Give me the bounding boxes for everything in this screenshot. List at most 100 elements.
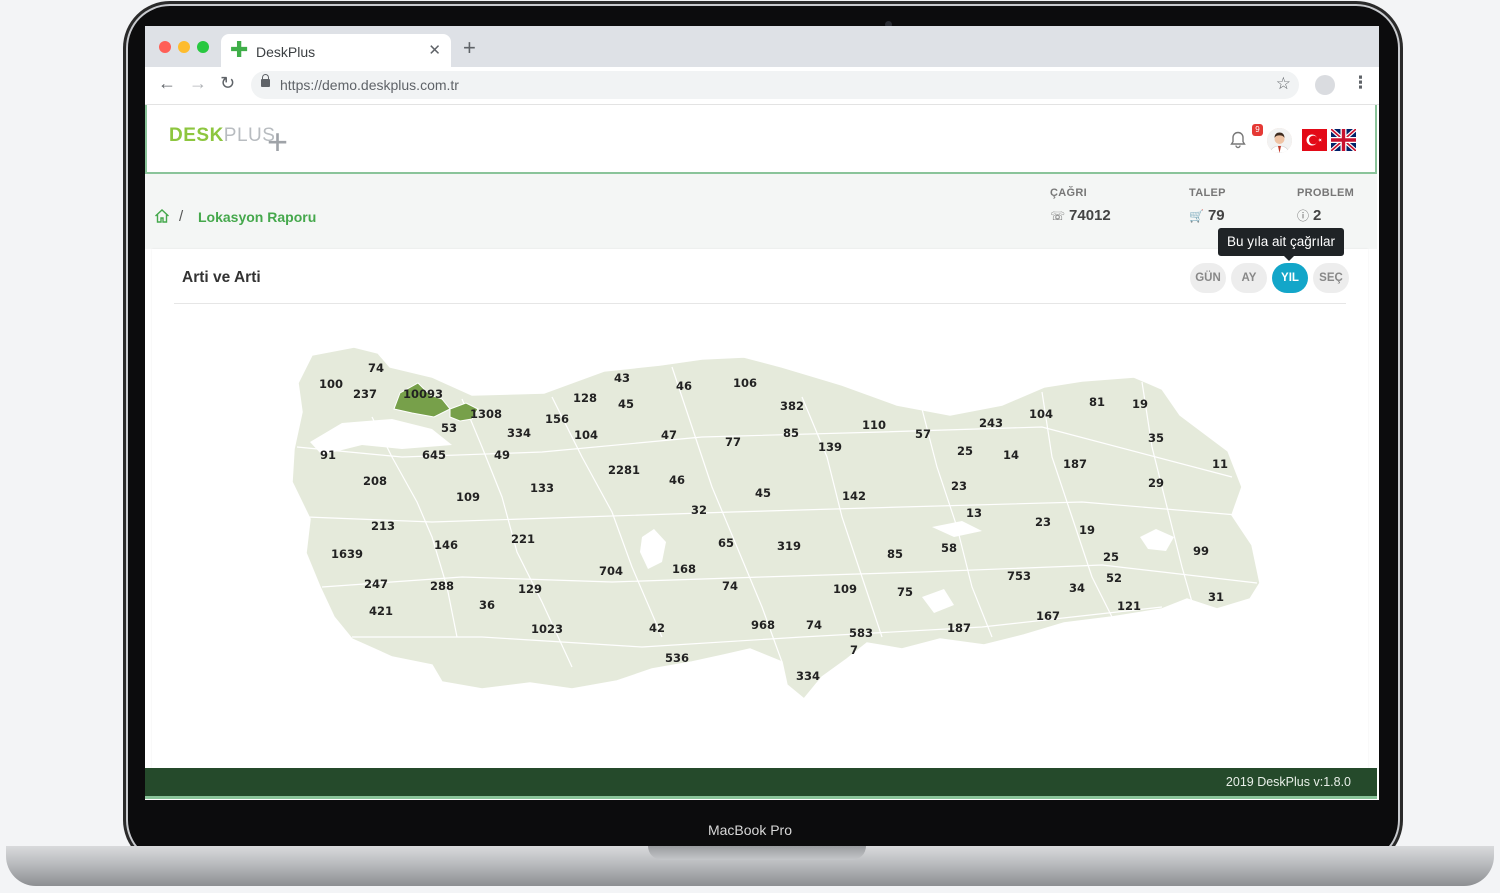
province-count-label: 334	[507, 426, 531, 440]
tab-title: DeskPlus	[256, 44, 316, 60]
province-count-label: 23	[1035, 515, 1051, 529]
browser-profile-icon[interactable]	[1315, 75, 1335, 95]
province-count-label: 104	[574, 428, 598, 442]
period-button-ay[interactable]: AY	[1231, 263, 1267, 293]
province-count-label: 43	[614, 371, 630, 385]
browser-menu-icon[interactable]: ⋮	[1352, 73, 1369, 93]
province-count-label: 45	[618, 397, 634, 411]
province-count-label: 1308	[470, 407, 502, 421]
back-arrow-icon[interactable]: ←	[158, 73, 176, 94]
province-count-label: 1639	[331, 547, 363, 561]
province-count-label: 31	[1208, 590, 1224, 604]
province-count-label: 57	[915, 427, 931, 441]
province-count-label: 1023	[531, 622, 563, 636]
deskplus-logo[interactable]: DESKPLUS +	[169, 124, 288, 160]
province-count-label: 47	[661, 428, 677, 442]
province-count-label: 45	[755, 486, 771, 500]
province-count-label: 77	[725, 435, 741, 449]
uk-flag-icon[interactable]	[1331, 129, 1356, 151]
province-count-label: 133	[530, 481, 554, 495]
period-button-yil[interactable]: YIL	[1272, 263, 1308, 293]
province-count-label: 11	[1212, 457, 1228, 471]
province-count-label: 109	[456, 490, 480, 504]
bookmark-star-icon[interactable]: ☆	[1276, 74, 1291, 94]
province-count-label: 142	[842, 489, 866, 503]
province-count-label: 75	[897, 585, 913, 599]
device-model-label: MacBook Pro	[707, 822, 793, 838]
close-tab-icon[interactable]: ✕	[428, 41, 441, 59]
maximize-window-button[interactable]	[197, 41, 209, 53]
province-count-label: 46	[669, 473, 685, 487]
province-count-label: 536	[665, 651, 689, 665]
browser-tabbar: ✚ DeskPlus ✕ +	[145, 26, 1379, 67]
period-button-sec[interactable]: SEÇ	[1313, 263, 1349, 293]
minimize-window-button[interactable]	[178, 41, 190, 53]
browser-toolbar: ← → ↻ https://demo.deskplus.com.tr ☆ ⋮	[145, 67, 1379, 105]
province-count-label: 110	[862, 418, 886, 432]
province-count-label: 128	[573, 391, 597, 405]
laptop-notch	[648, 846, 866, 860]
province-count-label: 85	[783, 426, 799, 440]
breadcrumb-separator: /	[179, 208, 184, 225]
period-button-gun[interactable]: GÜN	[1190, 263, 1226, 293]
forward-arrow-icon[interactable]: →	[189, 73, 207, 94]
province-count-label: 53	[441, 421, 457, 435]
province-count-label: 319	[777, 539, 801, 553]
logo-desk-text: DESK	[169, 125, 224, 146]
browser-tab[interactable]: ✚ DeskPlus ✕	[221, 34, 451, 67]
close-window-button[interactable]	[159, 41, 171, 53]
screen: ✚ DeskPlus ✕ + ← → ↻ https://demo.deskpl…	[145, 26, 1379, 800]
location-report-card: Arti ve Arti GÜN AY YIL SEÇ 74 100 237 1…	[152, 249, 1368, 769]
province-count-label: 74	[722, 579, 738, 593]
province-count-label: 32	[691, 503, 707, 517]
notification-badge: 9	[1252, 124, 1263, 136]
period-tooltip: Bu yıla ait çağrılar	[1218, 228, 1345, 261]
province-count-label: 121	[1117, 599, 1141, 613]
url-text: https://demo.deskplus.com.tr	[280, 77, 459, 93]
province-count-label: 382	[780, 399, 804, 413]
stat-label-talep: TALEP	[1189, 187, 1226, 199]
province-count-label: 19	[1079, 523, 1095, 537]
card-divider	[174, 303, 1346, 304]
province-count-label: 247	[364, 577, 388, 591]
province-count-label: 35	[1148, 431, 1164, 445]
stat-value-cagri: ☏ 74012	[1050, 207, 1111, 224]
province-count-label: 99	[1193, 544, 1209, 558]
province-count-label: 704	[599, 564, 623, 578]
province-count-label: 243	[979, 416, 1003, 430]
province-count-label: 23	[951, 479, 967, 493]
stat-value-problem: ⓘ 2	[1297, 207, 1322, 224]
home-icon[interactable]	[154, 208, 170, 224]
province-count-label: 753	[1007, 569, 1031, 583]
province-count-label: 421	[369, 604, 393, 618]
province-count-label: 14	[1003, 448, 1019, 462]
province-count-label: 129	[518, 582, 542, 596]
province-count-label: 187	[947, 621, 971, 635]
turkish-flag-icon[interactable]	[1302, 129, 1327, 151]
province-count-label: 52	[1106, 571, 1122, 585]
turkey-province-map[interactable]: 74100237 100931308534346 106128 45 382156334…	[282, 337, 1262, 707]
province-count-label: 213	[371, 519, 395, 533]
province-count-label: 139	[818, 440, 842, 454]
province-count-label: 58	[941, 541, 957, 555]
province-count-label: 49	[494, 448, 510, 462]
province-count-label: 36	[479, 598, 495, 612]
avatar[interactable]	[1267, 128, 1292, 153]
address-bar[interactable]: https://demo.deskplus.com.tr ☆	[251, 71, 1299, 99]
province-count-label: 74	[368, 361, 384, 375]
favicon-plus-icon: ✚	[230, 37, 249, 62]
reload-icon[interactable]: ↻	[220, 73, 235, 94]
province-count-label: 167	[1036, 609, 1060, 623]
province-count-label: 42	[649, 621, 665, 635]
breadcrumb-bar: / Lokasyon Raporu ÇAĞRI ☏ 74012 TALEP 🛒 79…	[145, 174, 1377, 249]
bell-icon[interactable]	[1230, 131, 1246, 149]
logo-cross-icon: +	[267, 121, 289, 162]
province-count-label: 334	[796, 669, 820, 683]
new-tab-icon[interactable]: +	[463, 35, 476, 61]
province-count-label: 85	[887, 547, 903, 561]
card-title: Arti ve Arti	[182, 269, 261, 286]
province-count-label: 2281	[608, 463, 640, 477]
app-header: DESKPLUS + 9	[145, 105, 1377, 174]
lock-icon	[261, 74, 270, 87]
province-count-label: 13	[966, 506, 982, 520]
